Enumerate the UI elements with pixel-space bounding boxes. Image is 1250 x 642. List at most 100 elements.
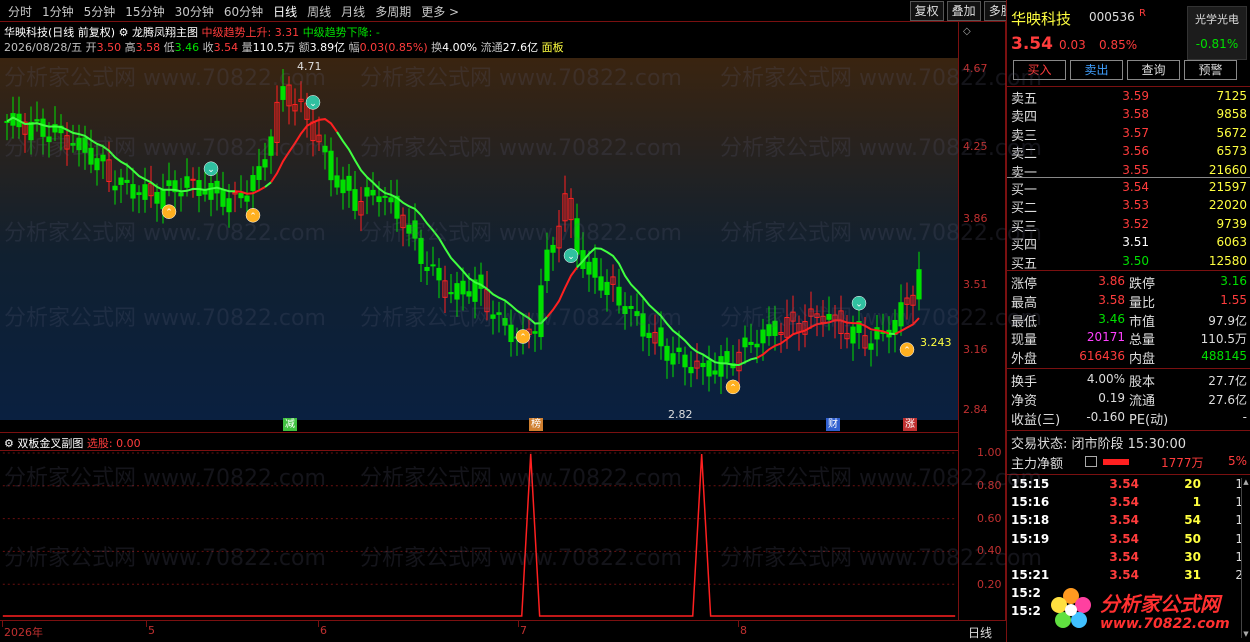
ask-volume: 5672 [1216,125,1247,140]
period-tabs: 分时 1分钟 5分钟 15分钟 30分钟 60分钟 日线 周线 月线 多周期 更多 > [4,3,465,20]
event-marker[interactable]: 减 [283,418,297,431]
divider [1007,86,1250,87]
date-tick [146,621,147,627]
candle-body [238,192,244,199]
tick-price: 3.54 [1109,513,1139,528]
event-marker[interactable]: 榜 [529,418,543,431]
candle-body [136,192,142,195]
stat-row: 最低 3.46 市值 97.9亿 [1011,311,1247,330]
indicator-name[interactable]: 龙腾凤翔主图 [132,26,198,39]
candle-body [184,176,190,188]
bid-volume: 12580 [1208,253,1247,268]
period-tab[interactable]: 60分钟 [220,3,269,20]
chart-background [0,58,958,420]
ask-label: 卖二 [1011,147,1038,163]
candle-body [244,195,250,202]
bid-row[interactable]: 买三 3.52 9739 [1011,216,1247,235]
bid-price: 3.54 [1122,180,1149,194]
bid-row[interactable]: 买五 3.50 12580 [1011,253,1247,272]
candle-body [448,292,454,295]
period-tab[interactable]: 更多 > [417,3,465,20]
event-markers: 减榜财涨 [0,418,958,432]
signal-line [2,453,956,617]
float-label: 流通 [480,41,503,54]
scroll-up-icon[interactable]: ▲ [1242,478,1250,486]
stat-value: 97.9亿 [1208,313,1247,328]
candle-body [142,184,148,200]
ask-label: 卖三 [1011,128,1038,144]
ask-row[interactable]: 卖四 3.58 9858 [1011,106,1247,125]
trade-button[interactable]: 买入 [1013,60,1066,80]
candle-body [100,154,106,162]
board-link[interactable]: 面板 [542,41,564,54]
candlestick-chart[interactable]: ⌃⌄⌃⌄⌃⌄⌃⌄⌃ 4.71 2.82 3.243 [0,58,958,420]
period-tab[interactable]: 1分钟 [38,3,80,20]
tool-button[interactable]: 复权 [909,1,944,21]
candle-body [370,189,376,196]
period-tab[interactable]: 多周期 [371,3,417,20]
period-indicator[interactable]: 日线 [958,620,1006,642]
ask-row[interactable]: 卖三 3.57 5672 [1011,125,1247,144]
sector-box[interactable]: 光学光电 -0.81% [1187,6,1247,60]
trade-button[interactable]: 查询 [1127,60,1180,80]
date-tick-label: 7 [520,624,527,637]
stat-row: 涨停 3.86 跌停 3.16 [1011,273,1247,292]
main-chart-title: 华映科技(日线 前复权) ⚙ 龙腾凤翔主图 中级趋势上升: 3.31 中级趋势下… [4,24,380,39]
candle-body [508,324,514,343]
sub-indicator-name[interactable]: 双板金叉副图 [17,437,83,450]
bid-row[interactable]: 买四 3.51 6063 [1011,234,1247,253]
ask-row[interactable]: 卖二 3.56 6573 [1011,143,1247,163]
sub-indicator-chart[interactable] [0,450,958,620]
period-tab[interactable]: 日线 [269,3,303,20]
candle-body [550,244,556,253]
period-tab[interactable]: 30分钟 [171,3,220,20]
stat-label: 换手 [1011,375,1038,390]
settings-icon[interactable]: ⚙ [4,437,14,450]
period-tab[interactable]: 15分钟 [121,3,170,20]
period-tab[interactable]: 5分钟 [80,3,122,20]
high-annotation: 4.71 [297,60,322,73]
trade-button[interactable]: 预警 [1184,60,1237,80]
trade-state: 交易状态: 闭市阶段 15:30:00 [1011,437,1187,452]
stat-value: -0.160 [1086,409,1125,424]
candle-body [466,291,472,297]
turnover-value: 4.00% [442,41,478,54]
amplitude-value: 0.03(0.85%) [359,41,428,54]
ask-row[interactable]: 卖五 3.59 7125 [1011,88,1247,107]
bid-row[interactable]: 买二 3.53 22020 [1011,197,1247,216]
candle-body [430,264,436,267]
divider [1007,368,1250,369]
tool-button[interactable]: 叠加 [946,1,981,21]
sub-tick-label: 0.60 [977,512,1002,525]
ask-volume: 21660 [1208,162,1247,177]
candle-body [340,179,346,194]
stat-label: 量比 [1129,295,1156,311]
stat-value: 27.6亿 [1208,392,1247,407]
stat-row: 换手 4.00% 股本 27.7亿 [1011,371,1247,390]
bid-row[interactable]: 买一 3.54 21597 [1011,179,1247,198]
trade-button[interactable]: 卖出 [1070,60,1123,80]
candle-body [418,237,424,264]
signal-arrow-icon: ⌄ [207,165,215,175]
date-tick [318,621,319,627]
tick-time: 15:16 [1011,495,1050,510]
event-marker[interactable]: 涨 [903,418,917,431]
period-tab[interactable]: 分时 [4,3,38,20]
tick-price: 3.54 [1109,531,1139,546]
date-tick-label: 6 [320,624,327,637]
price-tick-label: 3.51 [963,278,988,291]
diamond-icon[interactable]: ◇ [963,26,971,37]
period-tab[interactable]: 月线 [337,3,371,20]
candle-body [280,86,286,100]
sub-indicator-label: 选股: [86,437,113,450]
settings-icon[interactable]: ⚙ [119,26,129,39]
stat-value: 3.16 [1220,274,1247,288]
close-value: 3.54 [213,41,239,54]
tick-time: 15:15 [1011,477,1050,491]
event-marker[interactable]: 财 [826,418,840,431]
candle-body [490,314,496,319]
tick-time: 15:2 [1011,586,1041,601]
list-icon[interactable] [1085,456,1097,467]
period-tab[interactable]: 周线 [303,3,337,20]
stat-label: 净资 [1011,393,1038,409]
